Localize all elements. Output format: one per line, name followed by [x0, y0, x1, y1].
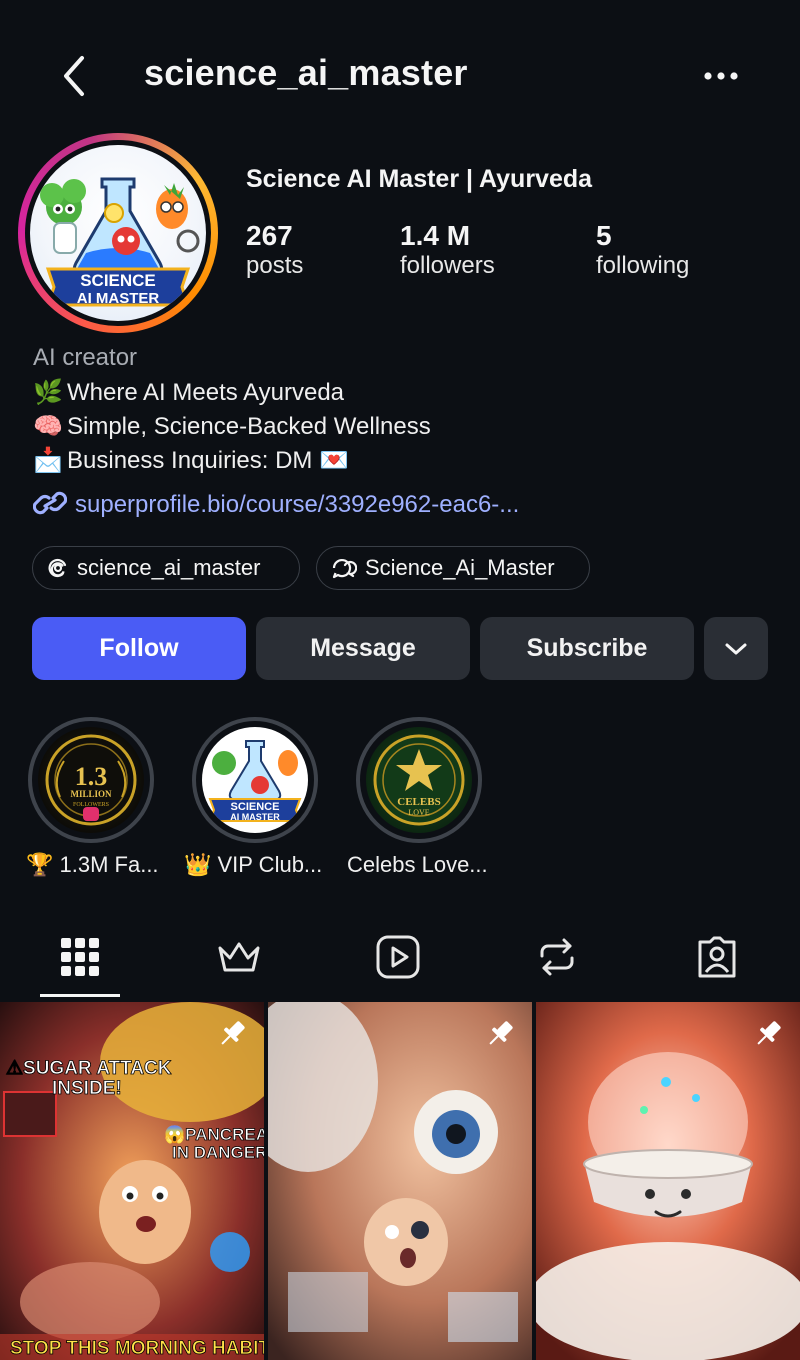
- threads-chip-label: science_ai_master: [77, 555, 261, 580]
- tab-tagged[interactable]: [692, 932, 742, 982]
- threads-chip[interactable]: science_ai_master: [32, 546, 300, 590]
- link-icon: [32, 491, 68, 515]
- highlight-label: 👑 VIP Club...: [184, 852, 323, 877]
- tab-reels[interactable]: [373, 932, 423, 982]
- posts-stat: 267 posts: [246, 220, 303, 280]
- pin-icon: [489, 1021, 513, 1045]
- tab-grid[interactable]: [55, 932, 105, 982]
- post-caption-line: STOP THIS MORNING HABIT!: [10, 1338, 264, 1359]
- threads-icon: [48, 558, 67, 578]
- suggested-dropdown-button[interactable]: [704, 617, 768, 680]
- bio-category: AI creator: [33, 344, 138, 371]
- bio-line-text: Where AI Meets Ayurveda: [67, 379, 345, 406]
- tagged-person-icon: [698, 936, 736, 978]
- chevron-left-icon: [64, 56, 84, 96]
- svg-text:AI MASTER: AI MASTER: [230, 812, 280, 822]
- svg-text:LOVE: LOVE: [408, 808, 429, 817]
- post-tile[interactable]: [268, 1002, 532, 1360]
- active-tab-indicator: [40, 994, 120, 997]
- profile-display-name: Science AI Master | Ayurveda: [246, 165, 593, 193]
- post-thumbnail: [536, 1002, 800, 1360]
- highlight-label: 🏆 1.3M Fa...: [26, 852, 159, 877]
- follow-button[interactable]: Follow: [32, 617, 246, 680]
- reels-play-icon: [376, 935, 420, 979]
- highlight-celebs-love[interactable]: CELEBS LOVE: [356, 717, 482, 843]
- post-caption-line: IN DANGER!: [172, 1143, 264, 1162]
- followers-count: 1.4 M: [400, 220, 471, 251]
- svg-text:1.3: 1.3: [75, 762, 108, 791]
- bio-line-text: Simple, Science-Backed Wellness: [67, 413, 431, 440]
- avatar-badge-text-2: AI MASTER: [77, 290, 160, 307]
- channel-chip[interactable]: Science_Ai_Master: [316, 546, 590, 590]
- posts-count: 267: [246, 220, 293, 251]
- posts-label: posts: [246, 252, 304, 279]
- following-label: following: [596, 252, 690, 279]
- bio-line: 📩 Business Inquiries: DM 💌: [33, 446, 349, 475]
- repost-icon: [540, 938, 574, 976]
- subscribe-button[interactable]: Subscribe: [480, 617, 694, 680]
- following-count: 5: [596, 220, 612, 251]
- followers-label: followers: [400, 252, 495, 279]
- followers-stat[interactable]: 1.4 M followers: [400, 220, 495, 280]
- highlight-1-million[interactable]: 1.3 MILLION FOLLOWERS: [28, 717, 154, 843]
- inbox-emoji-icon: 📩: [33, 447, 63, 474]
- bio-link[interactable]: superprofile.bio/course/3392e962-eac6-..…: [32, 488, 520, 519]
- chevron-down-icon: [725, 643, 747, 654]
- post-tile[interactable]: [536, 1002, 800, 1360]
- tab-reposts[interactable]: [532, 932, 582, 982]
- post-tile[interactable]: ⚠SUGAR ATTACK INSIDE! 😱PANCREAS IN DANGE…: [0, 1002, 264, 1360]
- profile-username: science_ai_master: [144, 52, 468, 93]
- bio-link-text: superprofile.bio/course/3392e962-eac6-..…: [75, 491, 520, 518]
- more-options-button[interactable]: [700, 58, 744, 94]
- post-caption-line: ⚠SUGAR ATTACK: [6, 1058, 172, 1079]
- back-button[interactable]: [56, 52, 96, 100]
- bio-line-text: Business Inquiries: DM 💌: [67, 447, 349, 474]
- pin-icon: [757, 1021, 781, 1045]
- leaf-emoji-icon: 🌿: [33, 379, 63, 406]
- post-thumbnail: ⚠SUGAR ATTACK INSIDE! 😱PANCREAS IN DANGE…: [0, 1002, 264, 1360]
- star-badge-icon: CELEBS LOVE: [373, 734, 465, 826]
- laurel-badge-icon: 1.3 MILLION FOLLOWERS: [45, 734, 137, 826]
- highlight-vip-club[interactable]: SCIENCE AI MASTER: [192, 717, 318, 843]
- highlight-label: Celebs Love...: [347, 852, 488, 877]
- following-stat[interactable]: 5 following: [596, 220, 689, 280]
- post-caption-line: INSIDE!: [52, 1078, 122, 1099]
- tab-subscriptions[interactable]: [214, 932, 264, 982]
- avatar-badge-text-1: SCIENCE: [80, 271, 156, 290]
- svg-text:MILLION: MILLION: [70, 789, 112, 799]
- post-thumbnail: [268, 1002, 532, 1360]
- science-logo-icon: SCIENCE AI MASTER: [208, 740, 302, 822]
- svg-text:CELEBS: CELEBS: [397, 796, 440, 808]
- avatar-image: SCIENCE AI MASTER: [30, 145, 206, 321]
- chat-bubbles-icon: [332, 559, 357, 579]
- more-horizontal-icon: [704, 72, 738, 80]
- profile-avatar[interactable]: SCIENCE AI MASTER: [18, 133, 218, 333]
- channel-chip-label: Science_Ai_Master: [365, 555, 555, 580]
- pin-icon: [221, 1021, 245, 1045]
- grid-icon: [61, 938, 99, 976]
- brain-emoji-icon: 🧠: [33, 413, 63, 440]
- post-caption-line: 😱PANCREAS: [164, 1125, 264, 1145]
- message-button[interactable]: Message: [256, 617, 470, 680]
- bio-line: 🧠 Simple, Science-Backed Wellness: [33, 412, 431, 441]
- crown-icon: [218, 942, 260, 972]
- bio-line: 🌿 Where AI Meets Ayurveda: [33, 378, 344, 407]
